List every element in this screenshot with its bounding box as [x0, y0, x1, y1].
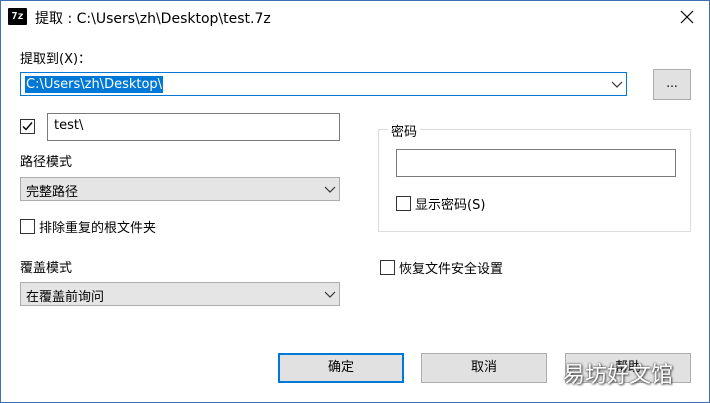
overwrite-mode-value: 在覆盖前询问	[26, 290, 105, 305]
path-mode-value: 完整路径	[26, 185, 79, 200]
show-password-checkbox[interactable]	[396, 196, 411, 211]
extract-to-value: C:\Users\zh\Desktop\	[25, 76, 164, 93]
restore-security-checkbox[interactable]	[380, 260, 395, 275]
eliminate-root-label[interactable]: 排除重复的根文件夹	[39, 217, 156, 236]
password-group-title: 密码	[388, 121, 421, 140]
watermark-text: 易坊好文馆	[563, 363, 674, 388]
restore-security-label[interactable]: 恢复文件安全设置	[399, 258, 503, 277]
password-input[interactable]	[396, 149, 676, 177]
ok-button[interactable]: 确定	[278, 353, 404, 383]
password-group	[378, 129, 691, 232]
close-icon	[680, 10, 694, 24]
close-button[interactable]	[671, 5, 703, 29]
extract-dialog: 7z 提取 : C:\Users\zh\Desktop\test.7z 提取到(…	[0, 0, 710, 403]
subfolder-name-input[interactable]: test\	[47, 113, 340, 141]
overwrite-mode-select[interactable]: 在覆盖前询问	[20, 282, 340, 306]
browse-button[interactable]: ...	[653, 69, 691, 100]
title-bar[interactable]: 7z 提取 : C:\Users\zh\Desktop\test.7z	[1, 1, 709, 33]
eliminate-root-checkbox[interactable]	[20, 219, 35, 234]
window-title: 提取 : C:\Users\zh\Desktop\test.7z	[35, 11, 271, 27]
extract-to-label: 提取到(X)：	[20, 52, 92, 67]
overwrite-mode-label: 覆盖模式	[20, 261, 73, 276]
cancel-button[interactable]: 取消	[421, 353, 547, 383]
path-mode-label: 路径模式	[20, 155, 73, 170]
7zip-app-icon: 7z	[8, 8, 27, 25]
show-password-label[interactable]: 显示密码(S)	[415, 194, 485, 213]
checkmark-icon	[22, 122, 33, 131]
subfolder-checkbox[interactable]	[20, 119, 35, 134]
chevron-down-icon	[324, 186, 336, 193]
subfolder-name-value: test\	[54, 118, 84, 133]
chevron-down-icon[interactable]	[610, 80, 624, 90]
extract-to-combobox[interactable]: C:\Users\zh\Desktop\	[20, 72, 627, 96]
chevron-down-icon	[324, 291, 336, 298]
path-mode-select[interactable]: 完整路径	[20, 177, 340, 201]
